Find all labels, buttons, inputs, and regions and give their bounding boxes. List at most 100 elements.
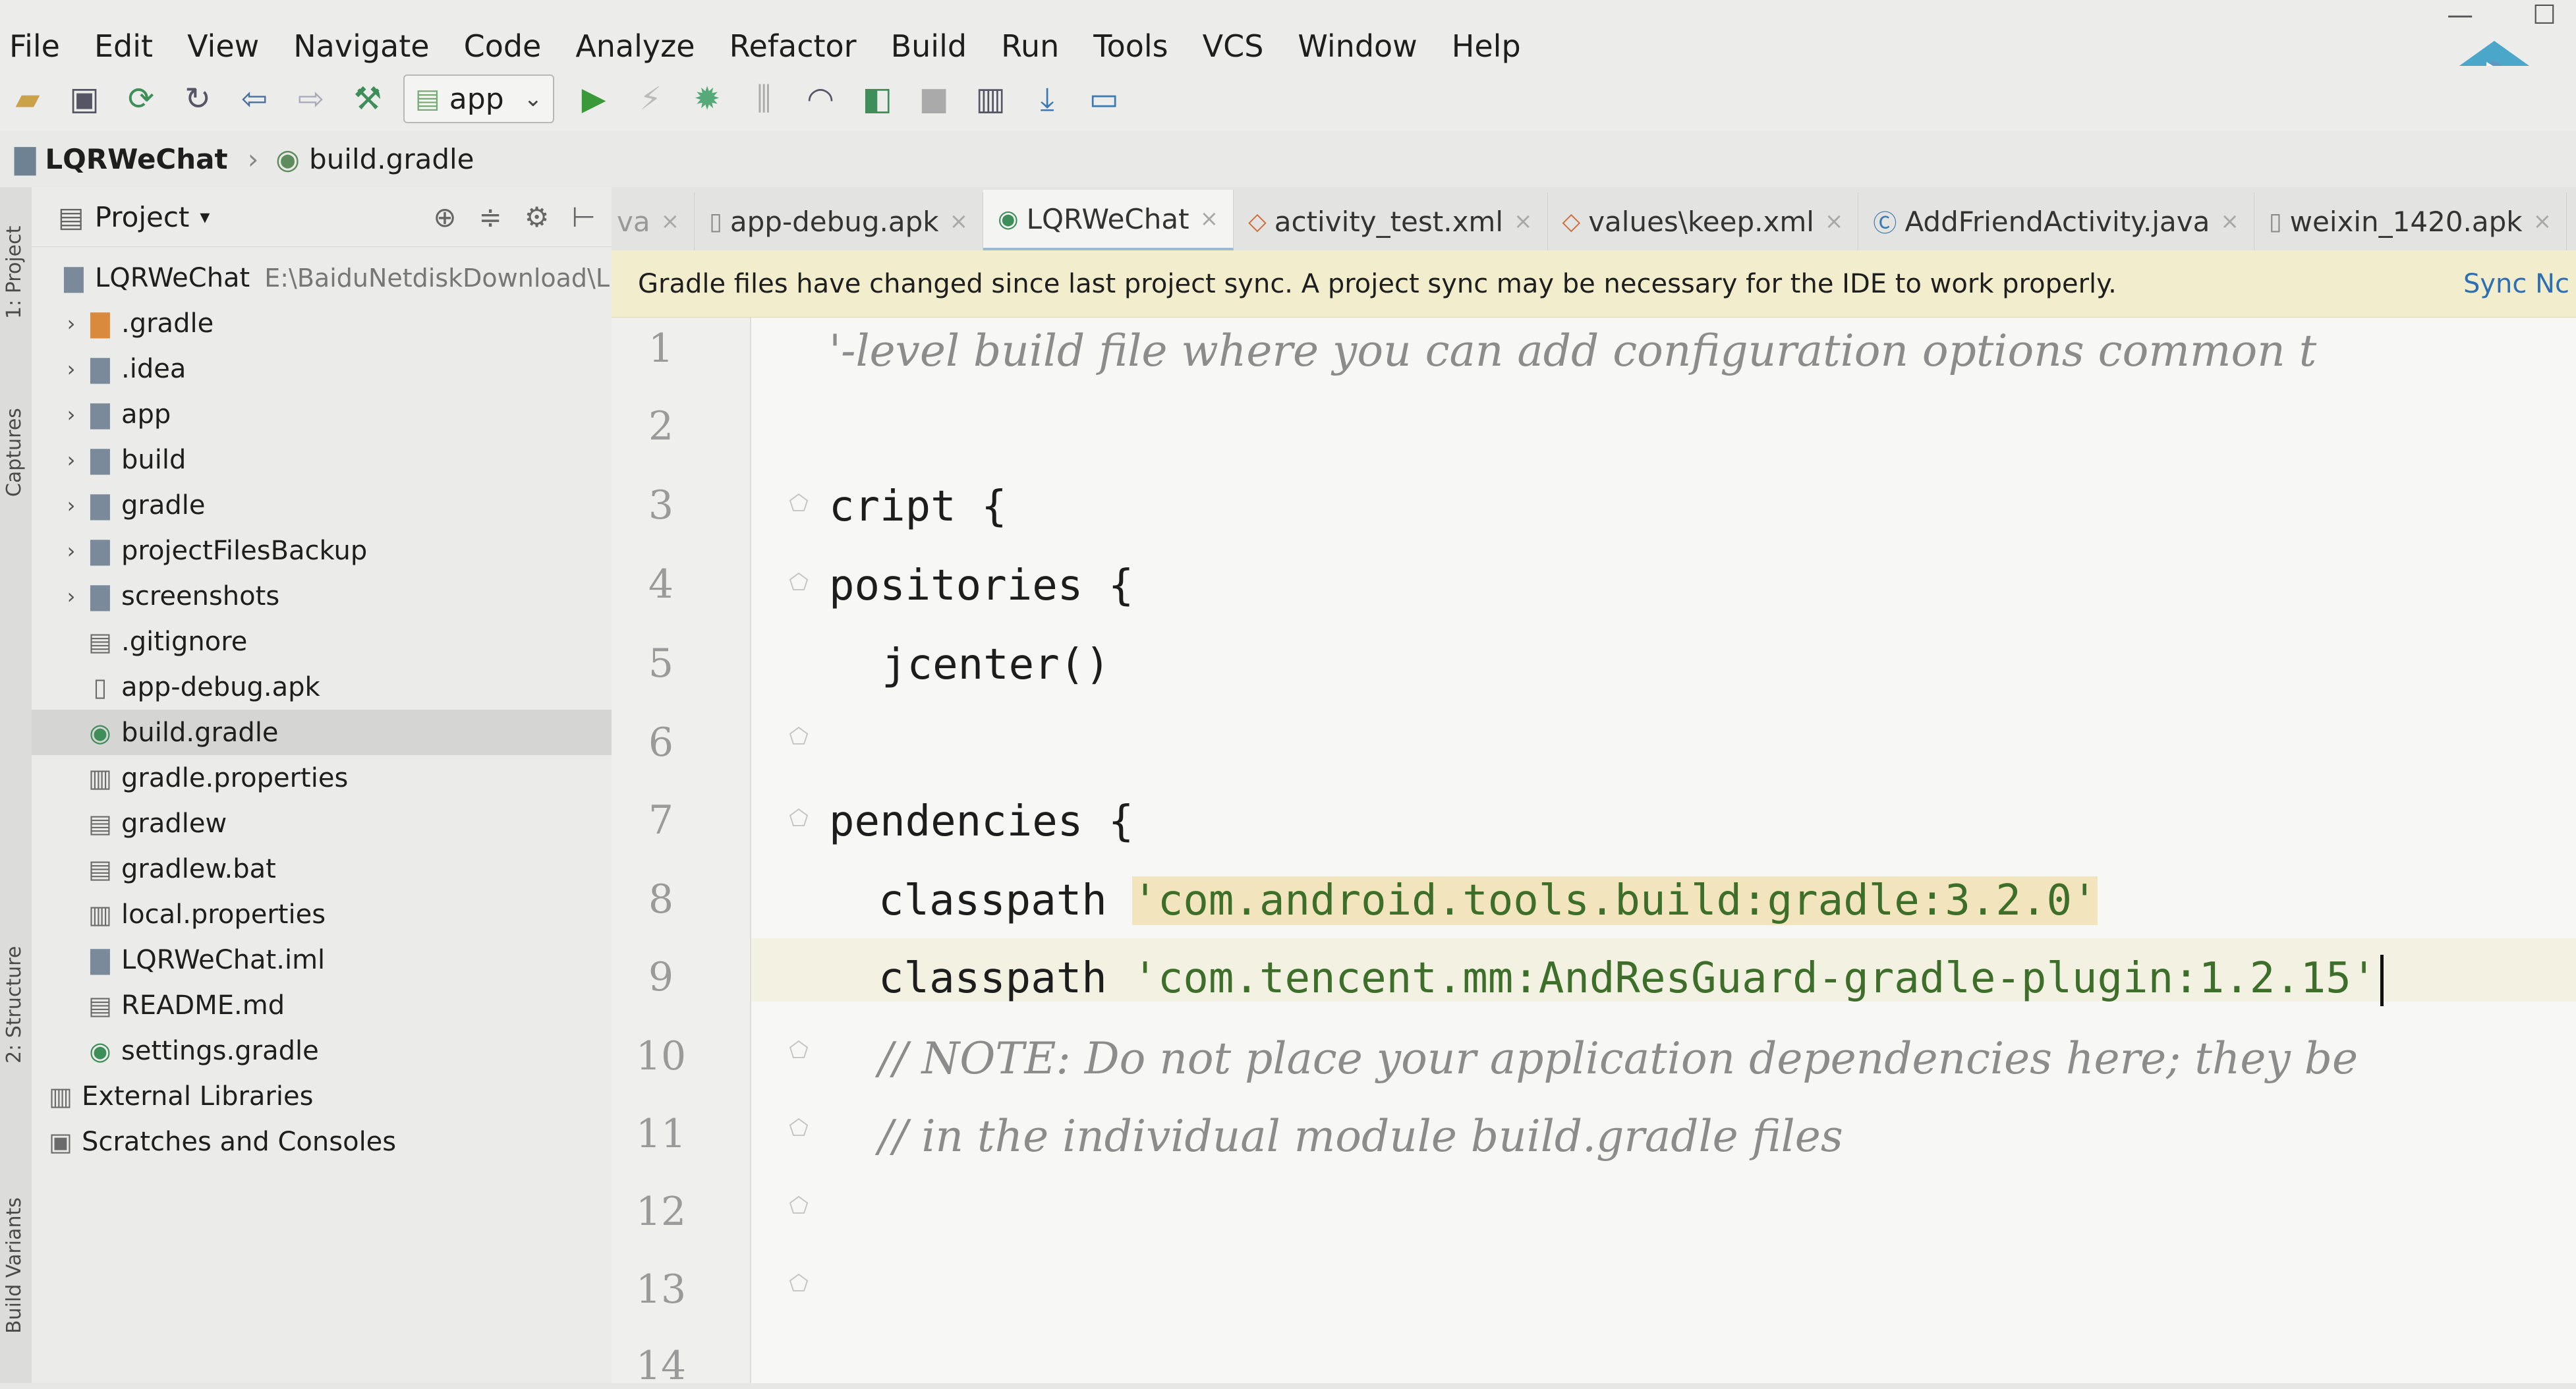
sdk-manager-icon[interactable]: ▥: [969, 78, 1012, 120]
fold-marker-icon[interactable]: ⬠: [786, 1037, 812, 1069]
close-icon[interactable]: ×: [2533, 208, 2552, 235]
chevron-right-icon[interactable]: ›: [58, 402, 84, 427]
hammer-icon[interactable]: ⚒: [347, 78, 389, 120]
fold-marker-icon[interactable]: ⬠: [786, 1115, 812, 1147]
profile-icon[interactable]: ◠: [799, 78, 842, 120]
project-view-selector[interactable]: Project: [95, 201, 190, 233]
apply-changes-icon[interactable]: ⚡: [629, 78, 672, 120]
menu-build[interactable]: Build: [891, 28, 967, 64]
close-icon[interactable]: ×: [1514, 208, 1533, 235]
menu-tools[interactable]: Tools: [1093, 28, 1168, 64]
tab-app-debug-apk[interactable]: ▯ app-debug.apk ×: [695, 192, 984, 250]
tool-tab-structure[interactable]: 2: Structure: [3, 946, 26, 1063]
run-icon[interactable]: ▶: [573, 78, 615, 120]
menu-edit[interactable]: Edit: [94, 28, 153, 64]
menu-vcs[interactable]: VCS: [1203, 28, 1264, 64]
maximize-icon[interactable]: ☐: [2533, 0, 2556, 30]
menu-analyze[interactable]: Analyze: [575, 28, 695, 64]
tool-tab-captures[interactable]: Captures: [3, 408, 26, 497]
tree-item-projectfilesbackup[interactable]: › ▇ projectFilesBackup: [32, 528, 612, 573]
tree-item-scratches[interactable]: ▣ Scratches and Consoles: [32, 1119, 612, 1164]
back-icon[interactable]: ⇦: [233, 78, 275, 120]
tab-activity-test-xml[interactable]: ◇ activity_test.xml ×: [1234, 192, 1548, 250]
tree-item-gradlew[interactable]: ▤ gradlew: [32, 801, 612, 846]
chevron-right-icon[interactable]: ›: [58, 447, 84, 472]
close-icon[interactable]: ×: [1825, 208, 1844, 235]
chevron-right-icon[interactable]: ›: [58, 311, 84, 336]
chevron-right-icon[interactable]: ›: [58, 538, 84, 563]
attach-debugger-icon[interactable]: ⫼: [743, 78, 785, 120]
tool-tab-build-variants[interactable]: Build Variants: [3, 1197, 26, 1334]
close-icon[interactable]: ×: [1200, 206, 1219, 232]
close-icon[interactable]: ×: [661, 208, 680, 235]
tab-java-partial[interactable]: va ×: [612, 192, 695, 250]
tree-item-build[interactable]: › ▇ build: [32, 437, 612, 482]
fold-marker-icon[interactable]: ⬠: [786, 1193, 812, 1224]
tree-item-app-debug-apk[interactable]: ▯ app-debug.apk: [32, 664, 612, 710]
stop-icon[interactable]: ■: [913, 78, 955, 120]
tab-values-keep-xml[interactable]: ◇ values\keep.xml ×: [1548, 192, 1859, 250]
refresh-icon[interactable]: ↻: [177, 78, 219, 120]
breadcrumb-project[interactable]: ▇ LQRWeChat: [14, 143, 228, 175]
menu-help[interactable]: Help: [1452, 28, 1521, 64]
download-icon[interactable]: ⤓: [1026, 78, 1068, 120]
menu-file[interactable]: File: [9, 28, 60, 64]
fold-marker-icon[interactable]: ⬠: [786, 569, 812, 601]
tab-lqrwechat[interactable]: ◉ LQRWeChat ×: [983, 190, 1234, 250]
tree-item-readme[interactable]: ▤ README.md: [32, 982, 612, 1028]
module-folder-icon: ▇: [90, 399, 110, 429]
menu-view[interactable]: View: [187, 28, 259, 64]
menu-window[interactable]: Window: [1298, 28, 1417, 64]
collapse-all-icon[interactable]: ≑: [479, 201, 502, 233]
chevron-right-icon[interactable]: ›: [58, 493, 84, 518]
fold-marker-icon[interactable]: ⬠: [786, 805, 812, 837]
sync-now-link[interactable]: Sync Nc: [2463, 269, 2576, 299]
fold-marker-icon[interactable]: ⬠: [786, 490, 812, 522]
tree-item-settings-gradle[interactable]: ◉ settings.gradle: [32, 1028, 612, 1073]
tree-item-external-libraries[interactable]: ▥ External Libraries: [32, 1073, 612, 1119]
tool-tab-project[interactable]: 1: Project: [3, 226, 26, 319]
menu-navigate[interactable]: Navigate: [293, 28, 429, 64]
breadcrumb: ▇ LQRWeChat › ◉ build.gradle: [0, 130, 2576, 188]
menu-code[interactable]: Code: [464, 28, 542, 64]
tree-item-gradle-properties[interactable]: ▥ gradle.properties: [32, 755, 612, 801]
device-manager-icon[interactable]: ▭: [1083, 78, 1125, 120]
fold-marker-icon[interactable]: ⬠: [786, 1270, 812, 1302]
menu-refactor[interactable]: Refactor: [730, 28, 857, 64]
tree-item-iml[interactable]: ▇ LQRWeChat.iml: [32, 937, 612, 982]
debug-icon[interactable]: ✹: [686, 78, 728, 120]
tree-item-gradlew-bat[interactable]: ▤ gradlew.bat: [32, 846, 612, 892]
close-icon[interactable]: ×: [2220, 208, 2239, 235]
tree-root[interactable]: ▇ LQRWeChat E:\BaiduNetdiskDownload\L: [32, 255, 612, 300]
sync-icon[interactable]: ⟳: [120, 78, 162, 120]
tree-item-local-properties[interactable]: ▥ local.properties: [32, 892, 612, 937]
save-icon[interactable]: ▣: [63, 78, 105, 120]
tab-label: values\keep.xml: [1588, 205, 1814, 238]
tree-item-app[interactable]: › ▇ app: [32, 391, 612, 437]
gear-icon[interactable]: ⚙: [525, 201, 550, 233]
minimize-icon[interactable]: —: [2447, 0, 2473, 30]
tree-item-screenshots[interactable]: › ▇ screenshots: [32, 573, 612, 619]
locate-icon[interactable]: ⊕: [433, 201, 456, 233]
tree-item-gradle[interactable]: › ▇ gradle: [32, 482, 612, 528]
chevron-right-icon[interactable]: ›: [58, 356, 84, 382]
tab-weixin-apk[interactable]: ▯ weixin_1420.apk ×: [2254, 192, 2567, 250]
close-icon[interactable]: ×: [950, 208, 969, 235]
tree-item-build-gradle[interactable]: ◉ build.gradle: [32, 710, 612, 755]
tree-item-gradle-dir[interactable]: › ▇ .gradle: [32, 300, 612, 346]
forward-icon[interactable]: ⇨: [290, 78, 332, 120]
chevron-right-icon[interactable]: ›: [58, 584, 84, 609]
tree-item-idea[interactable]: › ▇ .idea: [32, 346, 612, 391]
fold-marker-icon[interactable]: ⬠: [786, 723, 812, 755]
tab-addfriendactivity-java[interactable]: Ⓒ AddFriendActivity.java ×: [1858, 192, 2254, 250]
run-config-selector[interactable]: ▤ app ⌄: [403, 74, 555, 123]
chevron-down-icon[interactable]: ▾: [200, 206, 210, 229]
breadcrumb-file[interactable]: ◉ build.gradle: [275, 143, 474, 175]
code-line-10: // NOTE: Do not place your application d…: [878, 1033, 2359, 1084]
hide-panel-icon[interactable]: ⊢: [571, 201, 596, 233]
tree-item-gitignore[interactable]: ▤ .gitignore: [32, 619, 612, 664]
coverage-icon[interactable]: ◧: [856, 78, 898, 120]
menu-run[interactable]: Run: [1001, 28, 1059, 64]
open-folder-icon[interactable]: ▰: [7, 78, 49, 120]
code-editor[interactable]: 1 2 3 4 5 6 7 8 9 10 11 12 13 14 ⬠ ⬠ ⬠ ⬠…: [612, 318, 2576, 1389]
